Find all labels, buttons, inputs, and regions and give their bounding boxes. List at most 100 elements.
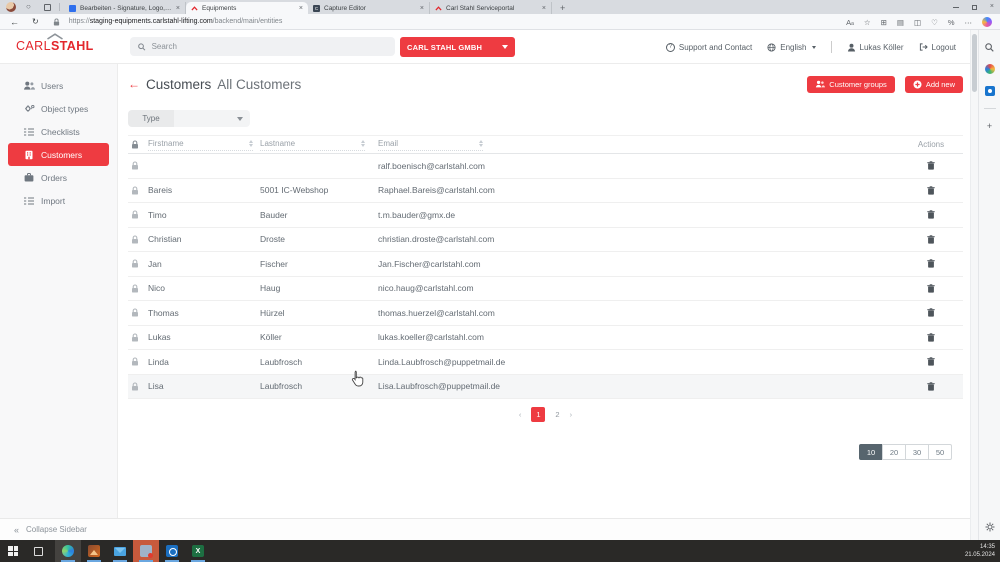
- language-selector[interactable]: English: [767, 43, 815, 52]
- column-header-lastname[interactable]: Lastname: [260, 139, 365, 151]
- tab-close-icon[interactable]: ×: [542, 5, 546, 12]
- customer-groups-button[interactable]: Customer groups: [807, 76, 895, 93]
- close-button[interactable]: ×: [990, 0, 994, 14]
- sidebar-item-object-types[interactable]: Object types: [0, 97, 117, 120]
- table-row[interactable]: Christian Droste christian.droste@carlst…: [128, 228, 963, 253]
- favorite-star-icon[interactable]: ☆: [864, 18, 871, 27]
- sidebar-item-users[interactable]: Users: [0, 74, 117, 97]
- sort-icon[interactable]: [361, 140, 365, 147]
- delete-button[interactable]: [927, 161, 935, 170]
- discover-icon[interactable]: [985, 64, 995, 74]
- favorites-bar-icon[interactable]: ⊞: [881, 18, 887, 27]
- add-new-button[interactable]: Add new: [905, 76, 963, 93]
- start-button[interactable]: [8, 546, 18, 556]
- page-size-20[interactable]: 20: [882, 444, 906, 460]
- sidebar-search-icon[interactable]: [985, 43, 994, 52]
- table-row[interactable]: Linda Laubfrosch Linda.Laubfrosch@puppet…: [128, 350, 963, 375]
- more-menu-icon[interactable]: ⋯: [965, 18, 973, 27]
- pagination-prev[interactable]: ‹: [519, 410, 522, 419]
- browser-profile-avatar[interactable]: [6, 2, 16, 12]
- support-link[interactable]: ? Support and Contact: [666, 43, 752, 52]
- delete-button[interactable]: [927, 210, 935, 219]
- taskbar-clock[interactable]: 14:35 21.05.2024: [965, 543, 995, 559]
- add-new-label: Add new: [926, 80, 955, 89]
- column-header-email[interactable]: Email: [378, 139, 483, 151]
- collapse-sidebar-button[interactable]: « Collapse Sidebar: [0, 518, 970, 540]
- pagination-next[interactable]: ›: [570, 410, 573, 419]
- taskbar-outlook[interactable]: [159, 540, 185, 562]
- language-label: English: [780, 43, 806, 52]
- reload-icon[interactable]: ↻: [32, 17, 39, 26]
- tab-close-icon[interactable]: ×: [176, 5, 180, 12]
- global-search[interactable]: [130, 37, 395, 56]
- page-scrollbar[interactable]: [970, 30, 978, 540]
- pagination-page-2[interactable]: 2: [555, 410, 559, 419]
- tools-app-icon[interactable]: [985, 86, 995, 96]
- tab-close-icon[interactable]: ×: [420, 5, 424, 12]
- type-filter-select[interactable]: [174, 110, 250, 127]
- extensions-icon[interactable]: %: [948, 18, 955, 27]
- table-row[interactable]: Lisa Laubfrosch Lisa.Laubfrosch@puppetma…: [128, 375, 963, 400]
- delete-button[interactable]: [927, 186, 935, 195]
- delete-button[interactable]: [927, 284, 935, 293]
- delete-button[interactable]: [927, 382, 935, 391]
- sort-icon[interactable]: [249, 140, 253, 147]
- read-aloud-icon[interactable]: Aa: [846, 18, 854, 27]
- column-header-firstname[interactable]: Firstname: [148, 139, 253, 151]
- browser-essentials-icon[interactable]: ♡: [931, 18, 938, 27]
- table-row[interactable]: Bareis 5001 IC-Webshop Raphael.Bareis@ca…: [128, 179, 963, 204]
- page-size-50[interactable]: 50: [928, 444, 952, 460]
- delete-button[interactable]: [927, 308, 935, 317]
- scrollbar-thumb[interactable]: [972, 34, 977, 92]
- tab-equipments[interactable]: Equipments ×: [186, 2, 308, 14]
- sort-icon[interactable]: [479, 140, 483, 147]
- collections-icon[interactable]: ▤: [897, 18, 904, 27]
- tab-actions-icon[interactable]: [44, 4, 51, 11]
- sidebar-settings-icon[interactable]: [985, 522, 995, 532]
- search-input[interactable]: [152, 42, 387, 51]
- minimize-button[interactable]: [953, 7, 959, 8]
- copilot-icon[interactable]: [982, 17, 992, 27]
- back-arrow-icon[interactable]: ←: [128, 77, 140, 91]
- sidebar-item-import[interactable]: Import: [0, 189, 117, 212]
- taskbar-excel[interactable]: X: [185, 540, 211, 562]
- table-row[interactable]: ralf.boenisch@carlstahl.com: [128, 154, 963, 179]
- site-lock-icon[interactable]: [53, 13, 60, 31]
- company-selector-button[interactable]: CARL STAHL GMBH: [400, 37, 515, 57]
- delete-button[interactable]: [927, 333, 935, 342]
- pagination-page-1[interactable]: 1: [531, 407, 545, 422]
- sidebar-item-orders[interactable]: Orders: [0, 166, 117, 189]
- url-field[interactable]: https://staging-equipments.carlstahl-lif…: [69, 18, 283, 25]
- delete-button[interactable]: [927, 235, 935, 244]
- sidebar-item-checklists[interactable]: Checklists: [0, 120, 117, 143]
- tab-capture-editor[interactable]: C Capture Editor ×: [308, 2, 430, 14]
- new-tab-button[interactable]: +: [560, 2, 565, 14]
- delete-button[interactable]: [927, 259, 935, 268]
- page-size-10[interactable]: 10: [859, 444, 883, 460]
- taskbar-edge[interactable]: [55, 540, 81, 562]
- table-row[interactable]: Lukas Köller lukas.koeller@carlstahl.com: [128, 326, 963, 351]
- split-screen-icon[interactable]: ◫: [914, 18, 921, 27]
- carl-stahl-logo[interactable]: CARLSTAHL: [16, 33, 94, 53]
- taskbar-mail[interactable]: [107, 540, 133, 562]
- tab-serviceportal[interactable]: Carl Stahl Serviceportal ×: [430, 2, 552, 14]
- user-menu[interactable]: Lukas Köller: [847, 43, 904, 52]
- logout-button[interactable]: Logout: [919, 43, 956, 52]
- back-icon[interactable]: ←: [10, 17, 19, 27]
- table-row[interactable]: Jan Fischer Jan.Fischer@carlstahl.com: [128, 252, 963, 277]
- page-size-30[interactable]: 30: [905, 444, 929, 460]
- delete-button[interactable]: [927, 357, 935, 366]
- taskbar-alert-app[interactable]: [133, 540, 159, 562]
- taskbar-photos[interactable]: [81, 540, 107, 562]
- task-view-button[interactable]: [34, 547, 43, 556]
- workspaces-icon[interactable]: ○: [26, 0, 31, 14]
- table-row[interactable]: Timo Bauder t.m.bauder@gmx.de: [128, 203, 963, 228]
- tab-bearbeiten[interactable]: Bearbeiten - Signature, Logo, St... ×: [64, 2, 186, 14]
- sidebar-item-customers[interactable]: Customers: [8, 143, 109, 166]
- type-filter[interactable]: Type: [128, 110, 250, 127]
- tab-close-icon[interactable]: ×: [299, 5, 303, 12]
- sidebar-add-icon[interactable]: +: [987, 121, 992, 131]
- table-row[interactable]: Thomas Hürzel thomas.huerzel@carlstahl.c…: [128, 301, 963, 326]
- table-row[interactable]: Nico Haug nico.haug@carlstahl.com: [128, 277, 963, 302]
- maximize-button[interactable]: [972, 5, 977, 10]
